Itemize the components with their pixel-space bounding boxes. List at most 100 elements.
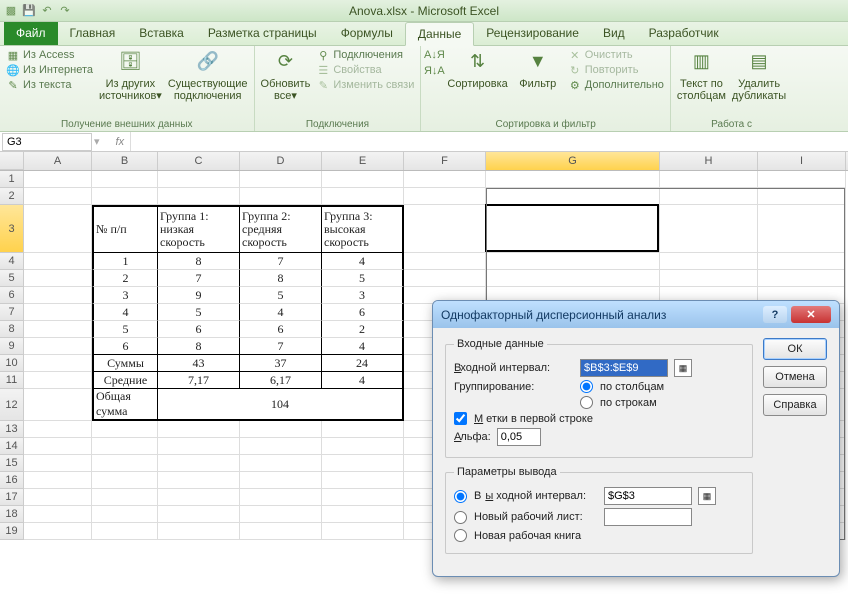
cell[interactable]: 4 <box>322 253 404 270</box>
cell[interactable]: 8 <box>158 338 240 355</box>
cell[interactable] <box>24 253 92 270</box>
tab-page-layout[interactable]: Разметка страницы <box>196 22 329 45</box>
col-header[interactable]: H <box>660 152 758 170</box>
tab-developer[interactable]: Разработчик <box>637 22 731 45</box>
new-book-radio[interactable]: Новая рабочая книга <box>454 529 581 542</box>
cell[interactable]: 7,17 <box>158 372 240 389</box>
filter-button[interactable]: ▼Фильтр <box>514 48 562 90</box>
cell[interactable] <box>158 171 240 188</box>
cell[interactable] <box>24 506 92 523</box>
connections-button[interactable]: ⚲Подключения <box>316 48 414 62</box>
text-to-columns-button[interactable]: ▥Текст по столбцам <box>677 48 726 102</box>
cell[interactable]: 37 <box>240 355 322 372</box>
cell[interactable] <box>158 421 240 438</box>
cell[interactable] <box>404 270 486 287</box>
advanced-button[interactable]: ⚙Дополнительно <box>568 78 664 92</box>
cell[interactable] <box>486 205 660 253</box>
cell[interactable] <box>24 205 92 253</box>
cell[interactable]: Общая сумма <box>92 389 158 421</box>
cell[interactable] <box>24 304 92 321</box>
cell[interactable] <box>158 506 240 523</box>
undo-icon[interactable]: ↶ <box>40 4 54 18</box>
row-header[interactable]: 19 <box>0 523 24 540</box>
redo-icon[interactable]: ↷ <box>58 4 72 18</box>
cell[interactable]: Суммы <box>92 355 158 372</box>
row-header[interactable]: 5 <box>0 270 24 287</box>
cell[interactable] <box>24 338 92 355</box>
cell[interactable] <box>24 171 92 188</box>
input-range-field[interactable] <box>580 359 668 377</box>
col-header[interactable]: A <box>24 152 92 170</box>
cell[interactable] <box>486 253 660 270</box>
cell[interactable]: 8 <box>240 270 322 287</box>
clear-button[interactable]: ✕Очистить <box>568 48 664 62</box>
cell[interactable]: 7 <box>158 270 240 287</box>
by-rows-radio[interactable]: по строкам <box>580 396 657 409</box>
cancel-button[interactable]: Отмена <box>763 366 827 388</box>
row-header[interactable]: 2 <box>0 188 24 205</box>
cell[interactable] <box>158 438 240 455</box>
cell[interactable] <box>24 438 92 455</box>
output-range-field[interactable] <box>604 487 692 505</box>
cell[interactable] <box>158 472 240 489</box>
cell[interactable] <box>322 472 404 489</box>
row-header[interactable]: 8 <box>0 321 24 338</box>
cell[interactable]: № п/п <box>92 205 158 253</box>
edit-links-button[interactable]: ✎Изменить связи <box>316 78 414 92</box>
row-header[interactable]: 1 <box>0 171 24 188</box>
cell[interactable] <box>322 171 404 188</box>
labels-first-row-checkbox[interactable]: Метки в первой строке <box>454 412 593 425</box>
properties-button[interactable]: ☰Свойства <box>316 63 414 77</box>
cell[interactable] <box>486 188 660 205</box>
cell[interactable] <box>240 489 322 506</box>
cell[interactable] <box>240 171 322 188</box>
tab-insert[interactable]: Вставка <box>127 22 196 45</box>
cell[interactable] <box>758 188 846 205</box>
cell[interactable] <box>92 455 158 472</box>
cell[interactable] <box>322 506 404 523</box>
from-web-button[interactable]: 🌐Из Интернета <box>6 63 93 77</box>
cell[interactable] <box>240 421 322 438</box>
help-button[interactable]: Справка <box>763 394 827 416</box>
select-all-corner[interactable] <box>0 152 24 170</box>
cell[interactable]: 3 <box>322 287 404 304</box>
cell[interactable] <box>24 372 92 389</box>
cell[interactable] <box>240 506 322 523</box>
cell[interactable]: 9 <box>158 287 240 304</box>
cell[interactable] <box>758 270 846 287</box>
cell[interactable] <box>404 253 486 270</box>
tab-data[interactable]: Данные <box>405 22 474 46</box>
cell[interactable]: Группа 3: высокая скорость <box>322 205 404 253</box>
cell[interactable] <box>758 253 846 270</box>
cell[interactable]: Группа 1: низкая скорость <box>158 205 240 253</box>
new-sheet-radio[interactable]: Новый рабочий лист: <box>454 511 598 524</box>
refresh-all-button[interactable]: ⟳Обновить все▾ <box>261 48 311 102</box>
cell[interactable] <box>24 321 92 338</box>
remove-duplicates-button[interactable]: ▤Удалить дубликаты <box>732 48 786 102</box>
cell[interactable] <box>660 188 758 205</box>
cell[interactable] <box>24 489 92 506</box>
cell[interactable] <box>404 188 486 205</box>
cell[interactable]: 5 <box>158 304 240 321</box>
new-sheet-field[interactable] <box>604 508 692 526</box>
close-icon[interactable]: ✕ <box>791 306 831 323</box>
row-header[interactable]: 3 <box>0 205 24 253</box>
col-header[interactable]: E <box>322 152 404 170</box>
row-header[interactable]: 13 <box>0 421 24 438</box>
row-header[interactable]: 11 <box>0 372 24 389</box>
sort-button[interactable]: ⇅Сортировка <box>447 48 507 90</box>
cell[interactable]: 104 <box>158 389 404 421</box>
existing-connections-button[interactable]: 🔗Существующие подключения <box>168 48 248 102</box>
cell[interactable] <box>24 455 92 472</box>
by-columns-radio[interactable]: по столбцам <box>580 380 664 393</box>
cell[interactable]: 8 <box>158 253 240 270</box>
cell[interactable]: 4 <box>92 304 158 321</box>
cell[interactable]: 2 <box>92 270 158 287</box>
cell[interactable]: 6 <box>322 304 404 321</box>
cell[interactable]: 6 <box>240 321 322 338</box>
fx-icon[interactable]: fx <box>116 136 125 148</box>
tab-formulas[interactable]: Формулы <box>329 22 405 45</box>
cell[interactable] <box>24 523 92 540</box>
cell[interactable]: 4 <box>240 304 322 321</box>
save-icon[interactable]: 💾 <box>22 4 36 18</box>
